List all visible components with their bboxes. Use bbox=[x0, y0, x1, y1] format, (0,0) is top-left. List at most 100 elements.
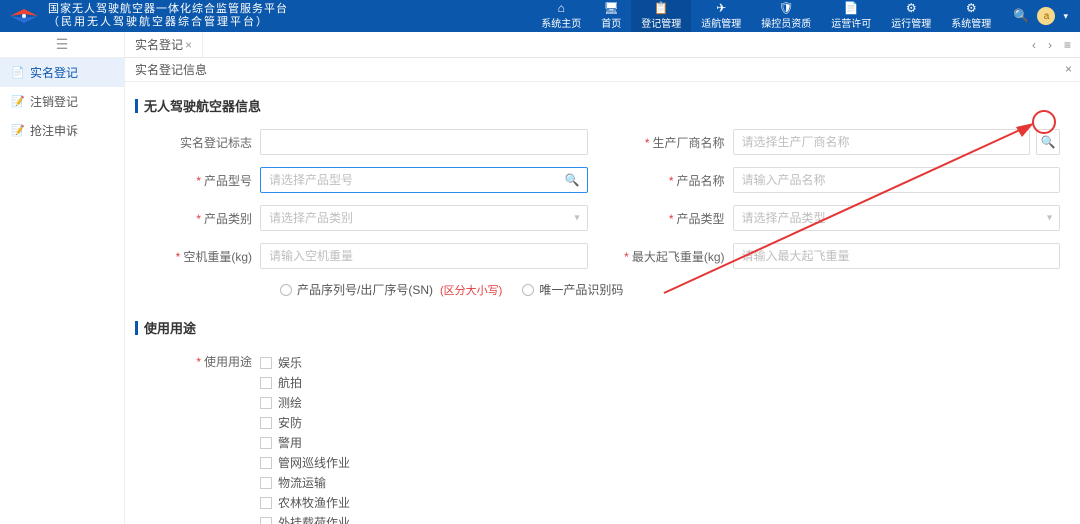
tab-menu[interactable]: ≡ bbox=[1061, 38, 1074, 52]
input-empty-weight[interactable] bbox=[260, 243, 588, 269]
tabstrip-controls: ‹ › ≡ bbox=[1023, 38, 1080, 52]
radio-sn-label: 产品序列号/出厂序号(SN) bbox=[297, 281, 433, 298]
label-prod-name: 产品名称 bbox=[618, 172, 733, 189]
usage-label: 警用 bbox=[278, 434, 302, 451]
nav-item-0[interactable]: ⌂系统主页 bbox=[531, 0, 591, 32]
usage-checkbox-7[interactable]: 农林牧渔作业 bbox=[260, 494, 588, 511]
nav-menu: ⌂系统主页🖥首页📋登记管理✈适航管理🛡操控员资质📄运营许可⚙运行管理⚙系统管理 bbox=[531, 0, 1001, 32]
doc-icon: 📄 bbox=[12, 67, 24, 79]
usage-checkbox-6[interactable]: 物流运输 bbox=[260, 474, 588, 491]
row-usage: 使用用途 娱乐航拍测绘安防警用管网巡线作业物流运输农林牧渔作业外挂载荷作业降水融… bbox=[145, 351, 588, 524]
input-reg-mark[interactable] bbox=[260, 129, 588, 155]
chevron-down-icon[interactable]: ▾ bbox=[1063, 11, 1068, 22]
doc-icon: 📝 bbox=[12, 96, 24, 108]
nav-item-4[interactable]: 🛡操控员资质 bbox=[751, 0, 821, 32]
case-sensitive-hint: (区分大小写) bbox=[440, 282, 502, 298]
row-prod-name: 产品名称 bbox=[618, 167, 1061, 193]
radio-uid[interactable]: 唯一产品识别码 bbox=[522, 281, 623, 298]
input-max-takeoff-weight[interactable] bbox=[733, 243, 1061, 269]
sidebar-item-label: 抢注申诉 bbox=[30, 122, 78, 139]
row-prod-type: 产品类型 ▾ bbox=[618, 205, 1061, 231]
logo-icon bbox=[8, 7, 40, 25]
usage-checkbox-8[interactable]: 外挂载荷作业 bbox=[260, 514, 588, 524]
input-manufacturer[interactable] bbox=[733, 129, 1031, 155]
doc-icon: 📝 bbox=[12, 125, 24, 137]
nav-icon: 📋 bbox=[654, 2, 669, 14]
sidebar-item-1[interactable]: 📝 注销登记 bbox=[0, 87, 124, 116]
sidebar-item-0[interactable]: 📄 实名登记 bbox=[0, 58, 124, 87]
nav-label: 适航管理 bbox=[701, 15, 741, 30]
radio-uid-label: 唯一产品识别码 bbox=[539, 281, 623, 298]
row-max-takeoff-weight: 最大起飞重量(kg) bbox=[618, 243, 1061, 269]
nav-icon: ⚙ bbox=[906, 2, 917, 14]
usage-label: 安防 bbox=[278, 414, 302, 431]
checkbox-icon bbox=[260, 457, 272, 469]
usage-label: 测绘 bbox=[278, 394, 302, 411]
usage-checkbox-4[interactable]: 警用 bbox=[260, 434, 588, 451]
tab-label: 实名登记 bbox=[135, 36, 183, 53]
nav-label: 系统主页 bbox=[541, 15, 581, 30]
row-reg-mark: 实名登记标志 bbox=[145, 129, 588, 155]
nav-label: 运营许可 bbox=[831, 15, 871, 30]
top-nav: 国家无人驾驶航空器一体化综合监管服务平台 （民用无人驾驶航空器综合管理平台） ⌂… bbox=[0, 0, 1080, 32]
nav-item-2[interactable]: 📋登记管理 bbox=[631, 0, 691, 32]
checkbox-icon bbox=[260, 517, 272, 524]
search-icon[interactable]: 🔍 bbox=[565, 173, 580, 187]
platform-title: 国家无人驾驶航空器一体化综合监管服务平台 （民用无人驾驶航空器综合管理平台） bbox=[48, 3, 288, 29]
sidebar-item-label: 注销登记 bbox=[30, 93, 78, 110]
usage-label: 管网巡线作业 bbox=[278, 454, 350, 471]
search-icon[interactable]: 🔍 bbox=[1013, 8, 1029, 24]
nav-item-7[interactable]: ⚙系统管理 bbox=[941, 0, 1001, 32]
usage-checkbox-0[interactable]: 娱乐 bbox=[260, 354, 588, 371]
manufacturer-lookup-button[interactable]: 🔍 bbox=[1036, 129, 1060, 155]
usage-checkbox-1[interactable]: 航拍 bbox=[260, 374, 588, 391]
nav-icon: ⌂ bbox=[558, 2, 565, 14]
usage-label: 航拍 bbox=[278, 374, 302, 391]
nav-tail: 🔍 a ▾ bbox=[1001, 7, 1080, 25]
input-prod-name[interactable] bbox=[733, 167, 1061, 193]
checkbox-icon bbox=[260, 417, 272, 429]
tabstrip: 实名登记× ‹ › ≡ bbox=[125, 32, 1080, 58]
nav-item-6[interactable]: ⚙运行管理 bbox=[881, 0, 941, 32]
checkbox-icon bbox=[260, 357, 272, 369]
sidebar-toggle[interactable]: ☰ bbox=[0, 32, 124, 58]
platform-title-line1: 国家无人驾驶航空器一体化综合监管服务平台 bbox=[48, 3, 288, 16]
nav-icon: ⚙ bbox=[966, 2, 977, 14]
avatar[interactable]: a bbox=[1037, 7, 1055, 25]
usage-checkbox-2[interactable]: 测绘 bbox=[260, 394, 588, 411]
tab-prev[interactable]: ‹ bbox=[1029, 38, 1039, 52]
nav-icon: 🛡 bbox=[779, 2, 794, 14]
tab-next[interactable]: › bbox=[1045, 38, 1055, 52]
select-prod-category[interactable] bbox=[260, 205, 588, 231]
usage-list: 娱乐航拍测绘安防警用管网巡线作业物流运输农林牧渔作业外挂载荷作业降水融雪作业应急… bbox=[260, 351, 588, 524]
sidebar-item-2[interactable]: 📝 抢注申诉 bbox=[0, 116, 124, 145]
checkbox-icon bbox=[260, 497, 272, 509]
platform-title-line2: （民用无人驾驶航空器综合管理平台） bbox=[48, 16, 288, 29]
usage-label: 娱乐 bbox=[278, 354, 302, 371]
nav-icon: 🖥 bbox=[604, 2, 619, 14]
usage-checkbox-3[interactable]: 安防 bbox=[260, 414, 588, 431]
nav-label: 系统管理 bbox=[951, 15, 991, 30]
row-model: 产品型号 🔍 bbox=[145, 167, 588, 193]
logo-area: 国家无人驾驶航空器一体化综合监管服务平台 （民用无人驾驶航空器综合管理平台） bbox=[0, 3, 296, 29]
checkbox-icon bbox=[260, 397, 272, 409]
tab-realname-reg[interactable]: 实名登记× bbox=[125, 32, 203, 57]
input-model[interactable] bbox=[260, 167, 588, 193]
checkbox-icon bbox=[260, 477, 272, 489]
select-prod-type[interactable] bbox=[733, 205, 1061, 231]
radio-sn[interactable]: 产品序列号/出厂序号(SN) (区分大小写) bbox=[280, 281, 502, 298]
checkbox-icon bbox=[260, 377, 272, 389]
nav-label: 首页 bbox=[601, 15, 621, 30]
label-manufacturer: 生产厂商名称 bbox=[618, 134, 733, 151]
label-prod-category: 产品类别 bbox=[145, 210, 260, 227]
usage-label: 物流运输 bbox=[278, 474, 326, 491]
nav-icon: 📄 bbox=[844, 2, 859, 14]
nav-item-3[interactable]: ✈适航管理 bbox=[691, 0, 751, 32]
usage-checkbox-5[interactable]: 管网巡线作业 bbox=[260, 454, 588, 471]
nav-item-5[interactable]: 📄运营许可 bbox=[821, 0, 881, 32]
nav-icon: ✈ bbox=[716, 2, 726, 14]
nav-item-1[interactable]: 🖥首页 bbox=[591, 0, 631, 32]
close-icon[interactable]: × bbox=[185, 38, 192, 52]
close-icon[interactable]: × bbox=[1065, 62, 1072, 76]
sidebar-item-label: 实名登记 bbox=[30, 64, 78, 81]
